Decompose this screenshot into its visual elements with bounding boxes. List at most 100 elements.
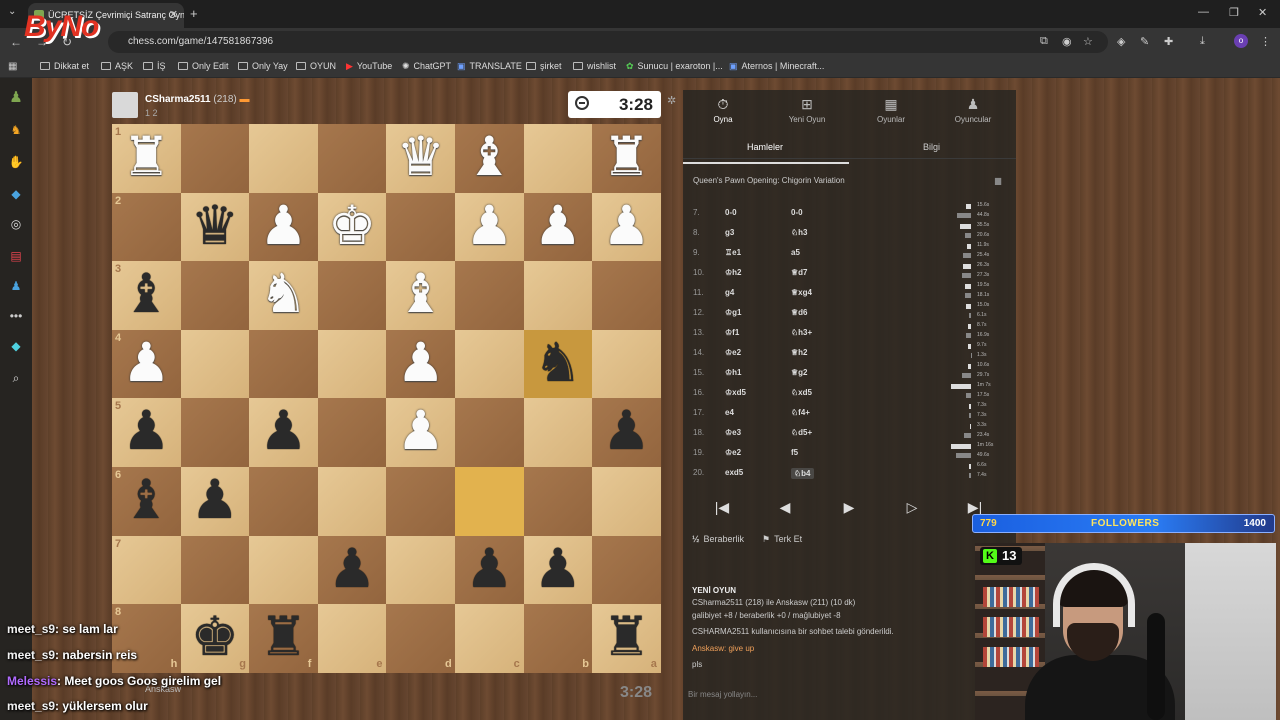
- opponent-name[interactable]: CSharma2511 (218) ▬: [145, 94, 250, 105]
- board-square[interactable]: [180, 535, 250, 605]
- board-square[interactable]: [386, 535, 455, 605]
- board-square[interactable]: [180, 329, 250, 399]
- white-pawn-piece[interactable]: ♟: [249, 193, 318, 262]
- board-square[interactable]: [112, 535, 181, 605]
- black-pawn-piece[interactable]: ♟: [249, 398, 318, 467]
- address-bar[interactable]: chess.com/game/147581867396: [108, 31, 1108, 53]
- bookmark-item[interactable]: OYUN: [296, 61, 336, 71]
- menu-dots-icon[interactable]: ⋮: [1260, 35, 1271, 48]
- white-bishop-piece[interactable]: ♝: [455, 124, 524, 193]
- back-icon[interactable]: ←: [10, 35, 22, 49]
- white-king-piece[interactable]: ♚: [318, 193, 387, 262]
- previous-move-button[interactable]: ◀: [765, 492, 805, 522]
- black-pawn-piece[interactable]: ♟: [455, 536, 524, 605]
- bookmark-item[interactable]: Only Edit: [178, 61, 229, 71]
- board-square[interactable]: [455, 261, 524, 330]
- new-tab-icon[interactable]: +: [190, 6, 198, 21]
- board-square[interactable]: [386, 192, 455, 262]
- white-rook-piece[interactable]: ♜: [592, 124, 661, 193]
- board-square[interactable]: [180, 261, 250, 330]
- white-bishop-piece[interactable]: ♝: [386, 261, 455, 330]
- black-pawn-piece[interactable]: ♟: [318, 536, 387, 605]
- black-move[interactable]: ♘h3: [791, 228, 808, 237]
- bookmark-item[interactable]: ▣ Aternos | Minecraft...: [729, 61, 824, 72]
- board-square[interactable]: [317, 261, 387, 330]
- white-pawn-piece[interactable]: ♟: [455, 193, 524, 262]
- black-move[interactable]: ♕g2: [791, 368, 808, 377]
- board-square[interactable]: [249, 124, 318, 193]
- white-move[interactable]: ♔f1: [725, 328, 739, 337]
- board-square[interactable]: [317, 124, 387, 193]
- white-move[interactable]: ♔h2: [725, 268, 742, 277]
- install-app-icon[interactable]: ⧉: [1040, 35, 1048, 48]
- white-move[interactable]: ♔g1: [725, 308, 742, 317]
- board-square[interactable]: [592, 535, 661, 605]
- board-square[interactable]: [523, 467, 593, 536]
- black-move[interactable]: ♘xd5: [791, 388, 812, 397]
- black-move[interactable]: ♘d5+: [791, 428, 812, 437]
- play-button[interactable]: ▶: [829, 492, 869, 522]
- white-move[interactable]: g4: [725, 288, 734, 297]
- white-pawn-piece[interactable]: ♟: [524, 193, 593, 262]
- board-square[interactable]: [317, 329, 387, 399]
- download-icon[interactable]: ⤓: [1200, 35, 1205, 48]
- board-square[interactable]: [249, 329, 318, 399]
- board-square[interactable]: [455, 329, 524, 399]
- board-square[interactable]: [317, 467, 387, 536]
- puzzle-icon[interactable]: ♞: [8, 122, 24, 138]
- next-move-button[interactable]: ▷: [892, 492, 932, 522]
- bookmark-star-icon[interactable]: ☆: [1083, 35, 1093, 48]
- white-move[interactable]: ♖e1: [725, 248, 741, 257]
- white-knight-piece[interactable]: ♞: [249, 261, 318, 330]
- board-square[interactable]: [523, 261, 593, 330]
- board-square[interactable]: [112, 192, 181, 262]
- pawn-play-icon[interactable]: ♟: [8, 90, 24, 106]
- white-move[interactable]: ♔e2: [725, 348, 741, 357]
- bookmark-item[interactable]: ▣ TRANSLATE: [457, 61, 522, 72]
- subtab-moves[interactable]: Hamleler: [747, 142, 783, 152]
- board-square[interactable]: [180, 398, 250, 467]
- black-move[interactable]: ♘f4+: [791, 408, 810, 417]
- white-move[interactable]: ♔h1: [725, 368, 742, 377]
- board-square[interactable]: [592, 329, 661, 399]
- black-move[interactable]: ♕xg4: [791, 288, 812, 297]
- black-move[interactable]: ♘h3+: [791, 328, 812, 337]
- learn-icon[interactable]: ✋: [8, 154, 24, 170]
- white-move[interactable]: 0-0: [725, 208, 737, 217]
- draw-button[interactable]: ½ Beraberlik: [692, 534, 744, 544]
- white-pawn-piece[interactable]: ♟: [386, 398, 455, 467]
- black-bishop-piece[interactable]: ♝: [112, 467, 181, 536]
- black-pawn-piece[interactable]: ♟: [524, 536, 593, 605]
- black-knight-piece[interactable]: ♞: [524, 330, 593, 399]
- board-square[interactable]: [592, 467, 661, 536]
- black-move[interactable]: 0-0: [791, 208, 803, 217]
- maximize-icon[interactable]: ❐: [1229, 6, 1239, 19]
- white-queen-piece[interactable]: ♛: [386, 124, 455, 193]
- white-move[interactable]: ♔e2: [725, 448, 741, 457]
- chat-input[interactable]: Bir mesaj yollayın...: [688, 690, 757, 699]
- black-queen-piece[interactable]: ♛: [181, 193, 250, 262]
- tab-games[interactable]: ▦ Oyunlar: [851, 90, 931, 132]
- board-square[interactable]: [180, 124, 250, 193]
- black-pawn-piece[interactable]: ♟: [112, 398, 181, 467]
- bookmark-item[interactable]: ✺ ChatGPT: [402, 61, 451, 72]
- tab-new-game[interactable]: ⊞ Yeni Oyun: [767, 90, 847, 132]
- search-icon[interactable]: ⌕: [8, 370, 24, 386]
- black-move[interactable]: f5: [791, 448, 798, 457]
- apps-grid-icon[interactable]: ▦: [8, 61, 17, 72]
- resign-button[interactable]: ⚑ Terk Et: [762, 534, 802, 545]
- minimize-icon[interactable]: —: [1198, 6, 1209, 18]
- puzzle-icon[interactable]: ✚: [1164, 35, 1173, 48]
- white-rook-piece[interactable]: ♜: [112, 124, 181, 193]
- board-square[interactable]: [592, 261, 661, 330]
- board-square[interactable]: [249, 467, 318, 536]
- news-icon[interactable]: ▤: [8, 248, 24, 264]
- subtab-info[interactable]: Bilgi: [923, 142, 940, 152]
- first-move-button[interactable]: |◀: [702, 492, 742, 522]
- chess-board[interactable]: ♜ ♛ ♝ ♜ ♛ ♟ ♚ ♟ ♟ ♟ ♝ ♞ ♝ ♟ ♟ ♞ ♟ ♟ ♟ ♟ ♝ ♟ ♟ ♟ ♟ ♚ ♜ ♜ 1 2 3 4 5 6 7 8 h g f e…: [112, 124, 661, 673]
- white-move[interactable]: e4: [725, 408, 734, 417]
- black-move[interactable]: ♕d6: [791, 308, 808, 317]
- white-move[interactable]: g3: [725, 228, 734, 237]
- black-move[interactable]: ♕d7: [791, 268, 808, 277]
- tab-players[interactable]: ♟ Oyuncular: [933, 90, 1013, 132]
